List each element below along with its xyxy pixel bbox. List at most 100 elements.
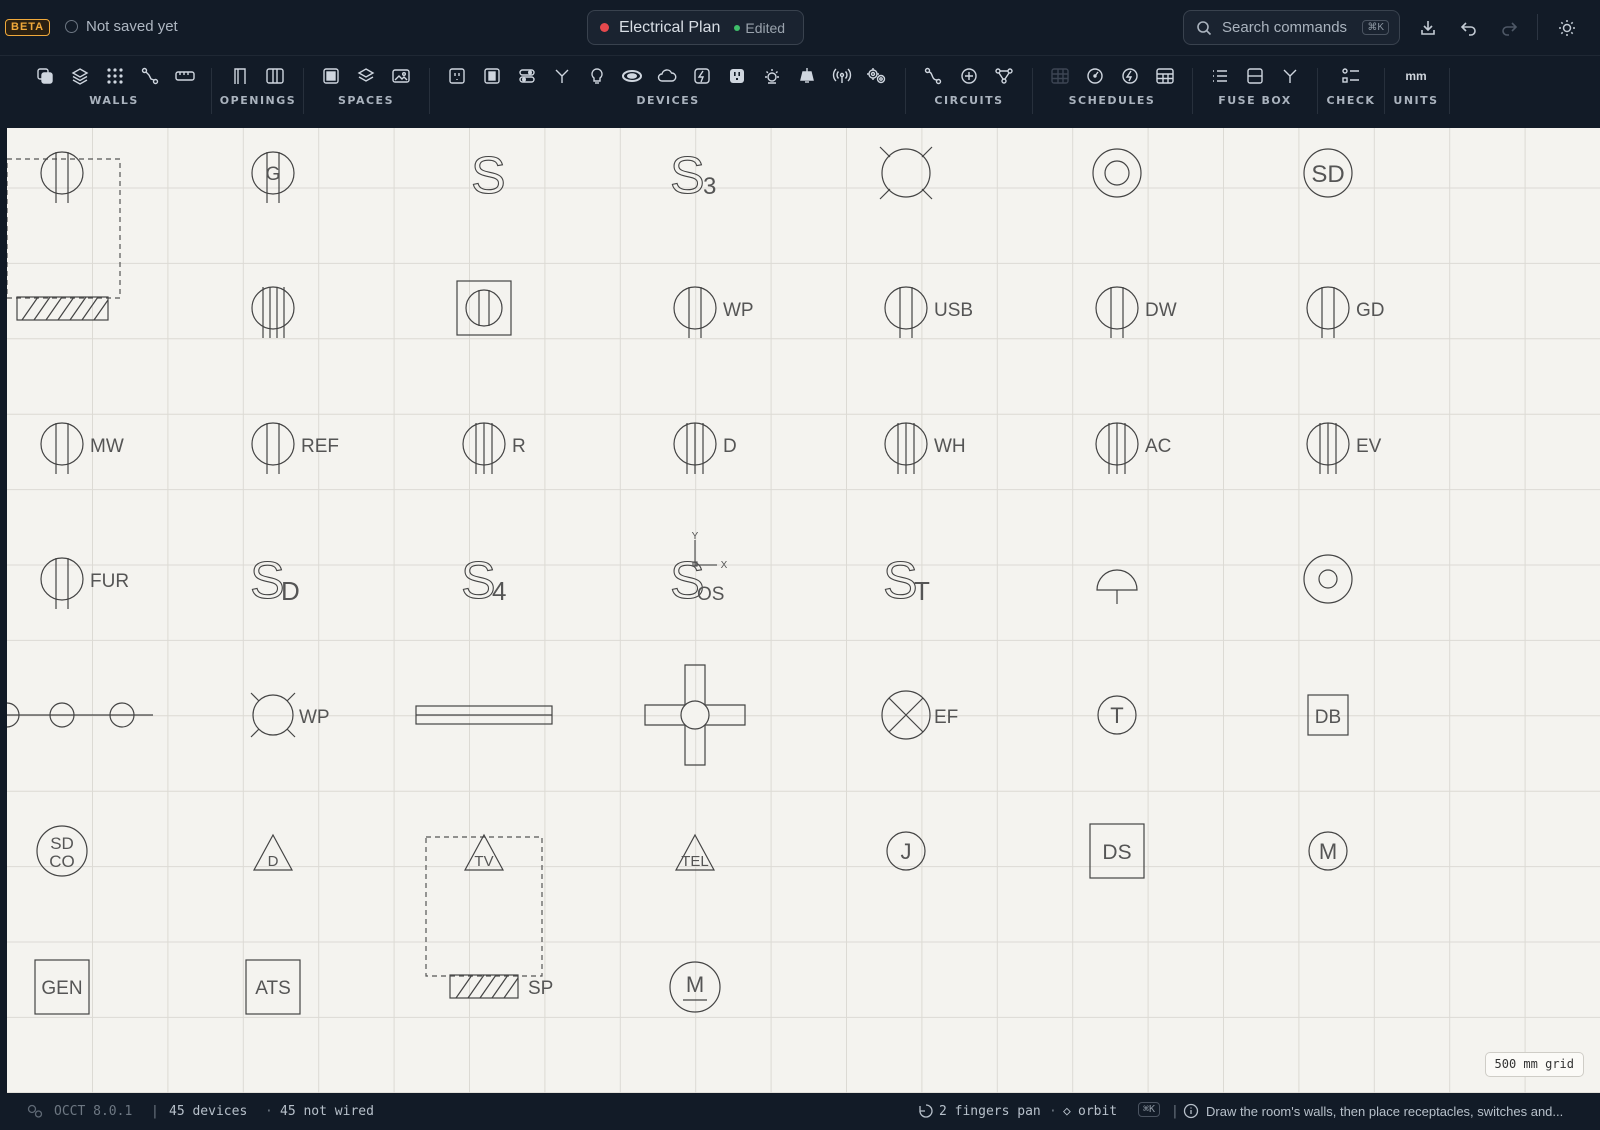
kernel-gears-icon <box>26 1103 44 1123</box>
symbol-receptacle-ev[interactable]: EV <box>1306 422 1382 474</box>
symbol-panel-hatched[interactable] <box>16 296 109 321</box>
list-icon[interactable] <box>1207 64 1233 88</box>
panel-icon[interactable] <box>1242 64 1268 88</box>
checklist-icon[interactable] <box>1338 64 1364 88</box>
symbol-receptacle-ref[interactable]: REF <box>251 422 339 474</box>
symbol-fixture-wp[interactable]: WP <box>250 692 330 738</box>
room-icon[interactable] <box>318 64 344 88</box>
plan-svg[interactable]: G S S3 SD WP USB DW GD MW REF R D WH AC … <box>7 128 1600 1093</box>
copy-icon[interactable] <box>32 64 58 88</box>
gauge-icon[interactable] <box>1082 64 1108 88</box>
ceiling-light-icon[interactable] <box>619 64 645 88</box>
symbol-smoke-co-detector[interactable]: SDCO <box>36 825 88 877</box>
document-title-pill[interactable]: Electrical Plan Edited <box>587 10 804 45</box>
drawing-canvas[interactable]: G S S3 SD WP USB DW GD MW REF R D WH AC … <box>7 128 1600 1093</box>
network-icon[interactable] <box>991 64 1017 88</box>
table-icon[interactable] <box>1152 64 1178 88</box>
sun-icon[interactable] <box>759 64 785 88</box>
symbol-receptacle-ac[interactable]: AC <box>1095 422 1171 474</box>
symbol-ceiling-fan[interactable] <box>644 664 746 766</box>
theme-sun-icon[interactable] <box>1555 16 1579 40</box>
symbol-receptacle-wh[interactable]: WH <box>884 422 966 474</box>
symbol-data-outlet[interactable]: D <box>252 833 294 871</box>
dimmer-icon[interactable] <box>514 64 540 88</box>
symbol-switch-os[interactable]: SOS <box>669 551 724 610</box>
symbol-distribution-board[interactable]: DB <box>1307 694 1349 736</box>
power-icon[interactable] <box>689 64 715 88</box>
label-ats: ATS <box>255 978 291 999</box>
symbol-switch-dimmer[interactable]: SD <box>249 551 300 610</box>
pendant-icon[interactable] <box>794 64 820 88</box>
symbol-receptacle-duplex[interactable] <box>40 151 84 203</box>
symbol-tv-outlet[interactable]: TV <box>463 833 505 871</box>
symbol-receptacle-mw[interactable]: MW <box>40 422 124 474</box>
shortcut-badge: ⌘K <box>1138 1102 1161 1117</box>
wired-status: 45 not wired <box>280 1104 374 1119</box>
symbol-subpanel[interactable]: SP <box>449 974 553 999</box>
symbol-floor-receptacle[interactable] <box>456 280 512 336</box>
symbol-strip-light[interactable] <box>415 705 553 725</box>
branch-icon[interactable] <box>1277 64 1303 88</box>
label-switch-d: D <box>281 576 300 606</box>
bolt-icon[interactable] <box>1117 64 1143 88</box>
antenna-icon[interactable] <box>829 64 855 88</box>
symbol-exhaust-fan[interactable]: EF <box>881 690 958 740</box>
label-t: T <box>1110 703 1123 728</box>
layers-icon[interactable] <box>67 64 93 88</box>
symbol-receptacle-gd[interactable]: GD <box>1306 286 1385 338</box>
symbol-receptacle-ground[interactable]: G <box>251 151 295 203</box>
symbol-receptacle-usb[interactable]: USB <box>884 286 973 338</box>
symbol-lighting-fixture[interactable] <box>879 146 933 200</box>
symbol-receptacle-quad[interactable] <box>251 286 295 338</box>
symbol-transfer-switch[interactable]: ATS <box>245 959 301 1015</box>
toolbar-separator <box>429 68 430 114</box>
image-icon[interactable] <box>388 64 414 88</box>
table-disabled-icon[interactable] <box>1047 64 1073 88</box>
search-commands-input[interactable]: Search commands ⌘K <box>1183 10 1400 45</box>
symbol-thermostat[interactable]: T <box>1097 695 1137 735</box>
gears-icon[interactable] <box>864 64 890 88</box>
symbol-smoke-detector[interactable]: SD <box>1303 148 1353 198</box>
symbol-receptacle-r[interactable]: R <box>462 422 526 474</box>
symbol-wall-sconce[interactable] <box>1096 569 1138 604</box>
symbol-disconnect-switch[interactable]: DS <box>1089 823 1145 879</box>
symbol-generator[interactable]: GEN <box>34 959 90 1015</box>
units-mm-button[interactable]: mm <box>1403 64 1429 88</box>
cloud-icon[interactable] <box>654 64 680 88</box>
symbol-junction-box[interactable]: J <box>886 831 926 871</box>
symbol-tel-outlet[interactable]: TEL <box>674 833 716 871</box>
symbol-switch[interactable]: S <box>470 146 506 205</box>
grid-dots-icon[interactable] <box>102 64 128 88</box>
add-circle-icon[interactable] <box>956 64 982 88</box>
switch-icon[interactable] <box>479 64 505 88</box>
window-icon[interactable] <box>262 64 288 88</box>
wire-icon[interactable] <box>920 64 946 88</box>
symbol-receptacle-d[interactable]: D <box>673 422 737 474</box>
label-mw: MW <box>90 436 124 457</box>
symbol-switch-timer[interactable]: ST <box>882 551 930 610</box>
bulb-icon[interactable] <box>584 64 610 88</box>
symbol-track-light[interactable] <box>7 702 153 728</box>
download-icon[interactable] <box>1416 16 1440 40</box>
symbol-switch-3way[interactable]: S3 <box>669 146 716 205</box>
split-icon[interactable] <box>549 64 575 88</box>
undo-icon[interactable] <box>1457 16 1481 40</box>
door-icon[interactable] <box>227 64 253 88</box>
route-icon[interactable] <box>137 64 163 88</box>
receptacle-icon[interactable] <box>444 64 470 88</box>
symbol-receptacle-dw[interactable]: DW <box>1095 286 1177 338</box>
symbol-receptacle-wp[interactable]: WP <box>673 286 754 338</box>
symbol-downlight[interactable] <box>1303 554 1353 604</box>
ruler-icon[interactable] <box>172 64 198 88</box>
symbol-motor[interactable]: M <box>1308 831 1348 871</box>
outlet-icon[interactable] <box>724 64 750 88</box>
symbol-receptacle-fur[interactable]: FUR <box>40 557 129 609</box>
beta-badge: BETA <box>5 19 51 36</box>
symbol-switch-4way[interactable]: S4 <box>460 551 506 610</box>
toolbar-separator <box>1317 68 1318 114</box>
symbol-meter[interactable]: M <box>669 961 721 1013</box>
symbol-recessed-light[interactable] <box>1092 148 1142 198</box>
label-ground: G <box>266 164 281 185</box>
redo-icon[interactable] <box>1497 16 1521 40</box>
stack-icon[interactable] <box>353 64 379 88</box>
